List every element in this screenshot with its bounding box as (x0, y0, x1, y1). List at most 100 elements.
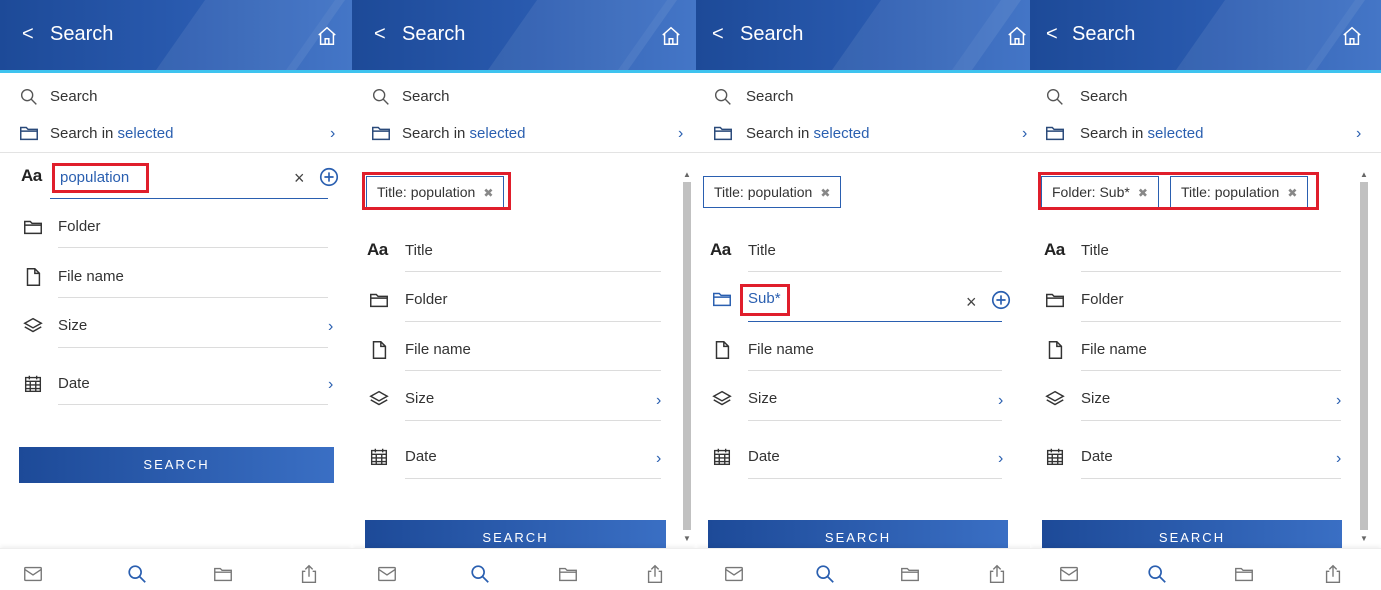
bottom-nav (1030, 548, 1381, 590)
title-type-icon: Aa (1044, 240, 1065, 259)
folder-icon[interactable] (899, 563, 921, 585)
selected-link[interactable]: selected (118, 125, 174, 142)
bottom-nav (352, 548, 696, 590)
home-icon[interactable] (1341, 25, 1363, 47)
search-in-label: Search in selected (50, 125, 173, 142)
date-field[interactable]: Date › (1030, 446, 1360, 476)
title-field[interactable]: Aa Title (1030, 240, 1360, 270)
search-screen-3: < Search Search Search in selected › Tit… (696, 0, 1036, 590)
filter-chip-title[interactable]: Title: population ✖ (703, 176, 842, 208)
folder-icon (24, 220, 42, 235)
search-icon[interactable] (469, 563, 491, 585)
folder-label: Folder (405, 291, 448, 308)
page-title: Search (740, 23, 804, 45)
search-in-prefix: Search in (746, 125, 814, 142)
search-icon[interactable] (126, 563, 148, 585)
size-label: Size (1081, 390, 1111, 407)
search-in-prefix: Search in (50, 125, 118, 142)
home-icon[interactable] (1006, 25, 1028, 47)
search-in-label: Search in selected (402, 125, 525, 142)
search-label: Search (746, 88, 794, 105)
mail-icon[interactable] (1058, 563, 1080, 585)
add-circle-icon[interactable] (990, 289, 1012, 311)
folder-field[interactable]: Folder (1030, 289, 1360, 319)
file-name-field[interactable]: File name (352, 339, 682, 369)
search-button[interactable]: SEARCH (19, 447, 334, 483)
size-field[interactable]: Size › (352, 388, 682, 418)
highlight-box (1038, 172, 1319, 210)
search-icon[interactable] (1146, 563, 1168, 585)
title-field[interactable]: Aa Title (696, 240, 1026, 270)
home-icon[interactable] (660, 25, 682, 47)
chevron-right-icon: › (656, 450, 662, 467)
title-label: Title (405, 242, 433, 259)
bottom-nav (696, 548, 1036, 590)
file-name-field[interactable]: File name (0, 266, 352, 296)
home-icon[interactable] (316, 25, 338, 47)
date-field[interactable]: Date › (352, 446, 682, 476)
share-icon[interactable] (1322, 563, 1344, 585)
date-label: Date (748, 448, 780, 465)
search-screen-4: < Search Search Search in selected › Fol… (1030, 0, 1381, 590)
size-field[interactable]: Size › (696, 388, 1026, 418)
calendar-icon (1046, 448, 1064, 466)
size-field[interactable]: Size › (1030, 388, 1360, 418)
file-name-label: File name (748, 341, 814, 358)
search-in-prefix: Search in (1080, 125, 1148, 142)
calendar-icon (370, 448, 388, 466)
title-type-icon: Aa (21, 166, 42, 185)
chevron-right-icon: › (656, 392, 662, 409)
chevron-right-icon: › (328, 318, 334, 335)
selected-link[interactable]: selected (1148, 125, 1204, 142)
share-icon[interactable] (644, 563, 666, 585)
file-name-field[interactable]: File name (696, 339, 1026, 369)
folder-icon (1046, 126, 1064, 141)
back-button[interactable]: < (1046, 24, 1058, 44)
search-icon[interactable] (814, 563, 836, 585)
scrollbar[interactable]: ▲ ▼ (682, 166, 692, 546)
mail-icon[interactable] (723, 563, 745, 585)
back-button[interactable]: < (22, 24, 34, 44)
title-field[interactable]: Aa Title (352, 240, 682, 270)
file-icon (715, 341, 730, 359)
back-button[interactable]: < (712, 24, 724, 44)
mail-icon[interactable] (376, 563, 398, 585)
date-label: Date (58, 375, 90, 392)
folder-field[interactable]: Folder (352, 289, 682, 319)
selected-link[interactable]: selected (814, 125, 870, 142)
calendar-icon (713, 448, 731, 466)
layers-icon (23, 317, 43, 333)
highlight-box (362, 172, 511, 210)
app-header: < Search (696, 0, 1036, 70)
chevron-right-icon: › (1022, 125, 1028, 142)
folder-icon (714, 126, 732, 141)
file-name-field[interactable]: File name (1030, 339, 1360, 369)
clear-icon[interactable]: × (966, 292, 977, 313)
scrollbar[interactable]: ▲ ▼ (1359, 166, 1369, 546)
folder-icon[interactable] (1233, 563, 1255, 585)
remove-chip-icon[interactable]: ✖ (820, 186, 830, 200)
folder-label: Folder (58, 218, 101, 235)
size-field[interactable]: Size › (0, 315, 352, 345)
share-icon[interactable] (298, 563, 320, 585)
clear-icon[interactable]: × (294, 168, 305, 189)
mail-icon[interactable] (22, 563, 44, 585)
title-type-icon: Aa (710, 240, 731, 259)
folder-icon (20, 126, 38, 141)
share-icon[interactable] (986, 563, 1008, 585)
chevron-right-icon: › (998, 392, 1004, 409)
add-circle-icon[interactable] (318, 166, 340, 188)
folder-field[interactable]: Folder (0, 216, 352, 246)
back-button[interactable]: < (374, 24, 386, 44)
selected-link[interactable]: selected (470, 125, 526, 142)
page-title: Search (402, 23, 466, 45)
layers-icon (712, 390, 732, 406)
date-field[interactable]: Date › (696, 446, 1026, 476)
layers-icon (369, 390, 389, 406)
file-icon (1048, 341, 1063, 359)
date-field[interactable]: Date › (0, 373, 352, 403)
folder-icon[interactable] (557, 563, 579, 585)
folder-icon[interactable] (212, 563, 234, 585)
highlight-box (52, 163, 149, 193)
size-label: Size (748, 390, 778, 407)
